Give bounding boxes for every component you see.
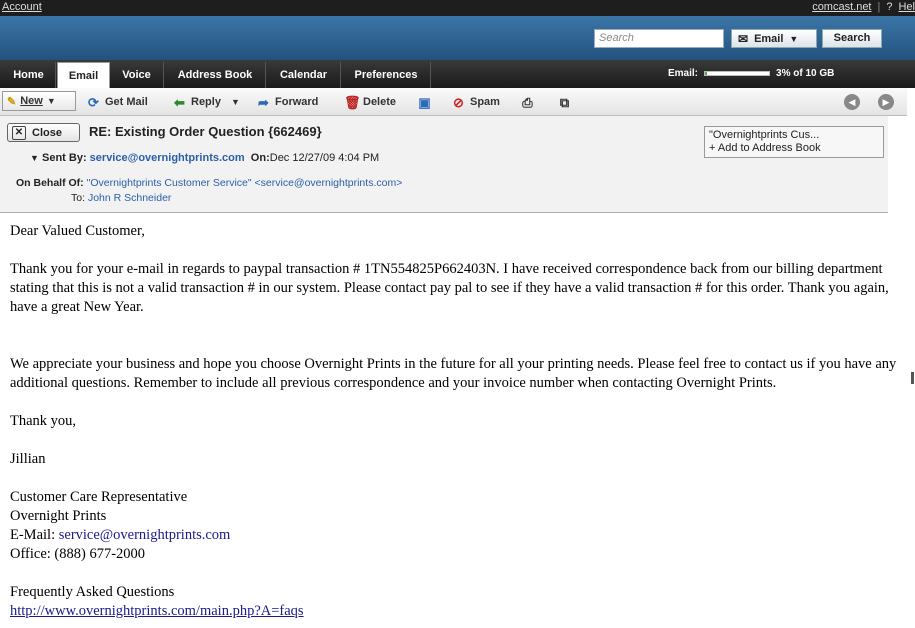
chevron-down-icon: ▼ <box>230 97 240 107</box>
get-mail-label: Get Mail <box>105 96 148 108</box>
sent-by-label: Sent By: <box>41 152 87 164</box>
comcast-link[interactable]: comcast.net <box>812 1 871 13</box>
behalf-label: On Behalf Of: <box>16 177 84 189</box>
search-button[interactable]: Search <box>822 29 882 48</box>
popout-window-icon: ⧉ <box>559 94 570 110</box>
email-label: E-Mail: <box>10 527 56 543</box>
close-button[interactable]: ✕ Close <box>7 123 80 142</box>
signature-company: Overnight Prints <box>10 508 107 524</box>
get-mail-button[interactable]: ⟳ Get Mail <box>86 94 148 110</box>
closing: Thank you, <box>10 413 77 429</box>
to-label: To: <box>71 192 86 204</box>
tab-email[interactable]: Email <box>57 62 110 89</box>
reply-arrow-icon: ⬅ <box>174 94 185 110</box>
move-button[interactable]: ▣ <box>417 94 432 110</box>
signature-name: Jillian <box>10 451 46 467</box>
date-label: On: <box>250 152 270 164</box>
refresh-icon: ⟳ <box>88 94 99 110</box>
message-date: Dec 12/27/09 4:04 PM <box>269 152 380 164</box>
separator: | <box>877 1 881 13</box>
storage-quota: Email: 3% of 10 GB <box>668 68 834 79</box>
envelope-icon: ✉ <box>738 31 749 46</box>
faq-link[interactable]: http://www.overnightprints.com/main.php?… <box>10 603 304 619</box>
tab-calendar[interactable]: Calendar <box>267 62 341 88</box>
behalf-address[interactable]: "Overnightprints Customer Service" <serv… <box>87 177 403 189</box>
tab-home[interactable]: Home <box>2 62 56 88</box>
message-body: Dear Valued Customer, Thank you for your… <box>10 222 905 621</box>
sent-by-row: ▼ Sent By: service@overnightprints.com O… <box>30 152 379 164</box>
chevron-down-icon: ▼ <box>46 96 56 106</box>
account-link[interactable]: Account <box>2 1 42 13</box>
tab-preferences[interactable]: Preferences <box>342 62 431 88</box>
signature-email-link[interactable]: service@overnightprints.com <box>59 527 231 543</box>
new-label: New <box>20 95 43 107</box>
collapse-triangle-icon[interactable]: ▼ <box>30 153 39 163</box>
pencil-icon: ✎ <box>7 95 17 108</box>
delete-label: Delete <box>363 96 397 108</box>
search-scope-dropdown[interactable]: ✉ Email ▼ <box>731 29 817 48</box>
forward-arrow-icon: ➦ <box>258 94 269 110</box>
next-message-icon[interactable]: ▶ <box>878 94 894 110</box>
sent-by-address[interactable]: service@overnightprints.com <box>90 152 245 164</box>
print-button[interactable]: ⎙ <box>520 94 535 110</box>
delete-button[interactable]: 🗑 Delete <box>344 94 396 110</box>
spam-button[interactable]: ⊘ Spam <box>451 94 500 110</box>
to-recipient[interactable]: John R Schneider <box>88 192 171 204</box>
folder-move-icon: ▣ <box>418 94 431 110</box>
signature-email-line: E-Mail: service@overnightprints.com <box>10 526 905 545</box>
quota-bar <box>704 71 771 76</box>
close-icon: ✕ <box>12 125 26 140</box>
help-link[interactable]: Hel <box>898 1 915 13</box>
popout-button[interactable]: ⧉ <box>557 94 572 110</box>
account-bar: Account comcast.net | ? Hel <box>0 0 915 16</box>
tab-voice[interactable]: Voice <box>110 62 164 88</box>
quota-label: Email: <box>668 68 699 79</box>
signature-office: Office: (888) 677-2000 <box>10 546 146 562</box>
reply-label: Reply <box>191 96 221 108</box>
reply-button[interactable]: ⬅ Reply ▼ <box>172 94 240 110</box>
help-icon[interactable]: ? <box>886 1 892 13</box>
signature-title: Customer Care Representative <box>10 489 188 505</box>
faq-label: Frequently Asked Questions <box>10 584 175 600</box>
tab-address-book[interactable]: Address Book <box>165 62 266 88</box>
search-input[interactable]: Search <box>594 29 724 48</box>
printer-icon: ⎙ <box>522 94 533 110</box>
message-subject: RE: Existing Order Question {662469} <box>89 124 322 139</box>
spam-label: Spam <box>470 96 500 108</box>
scrollbar-edge[interactable] <box>911 372 914 384</box>
spam-icon: ⊘ <box>453 94 464 110</box>
to-row: To: John R Schneider <box>71 192 171 204</box>
forward-button[interactable]: ➦ Forward <box>256 94 318 110</box>
chevron-down-icon: ▼ <box>789 33 799 44</box>
previous-message-icon[interactable]: ◀ <box>844 94 860 110</box>
body-paragraph-2: We appreciate your business and hope you… <box>10 356 897 391</box>
topbar-right: comcast.net | ? Hel <box>812 1 915 13</box>
sender-card-name: "Overnightprints Cus... <box>709 129 820 141</box>
new-button[interactable]: ✎ New ▼ <box>2 91 76 111</box>
sender-card: "Overnightprints Cus... + Add to Address… <box>704 126 884 158</box>
close-label: Close <box>32 126 62 139</box>
forward-label: Forward <box>275 96 319 108</box>
behalf-row: On Behalf Of: "Overnightprints Customer … <box>16 177 402 189</box>
search-scope-label: Email <box>754 32 784 45</box>
greeting: Dear Valued Customer, <box>10 223 145 239</box>
trash-icon: 🗑 <box>344 94 361 110</box>
add-to-address-book-link[interactable]: + Add to Address Book <box>709 142 879 154</box>
quota-text: 3% of 10 GB <box>776 68 835 79</box>
body-paragraph-1: Thank you for your e-mail in regards to … <box>10 261 889 315</box>
